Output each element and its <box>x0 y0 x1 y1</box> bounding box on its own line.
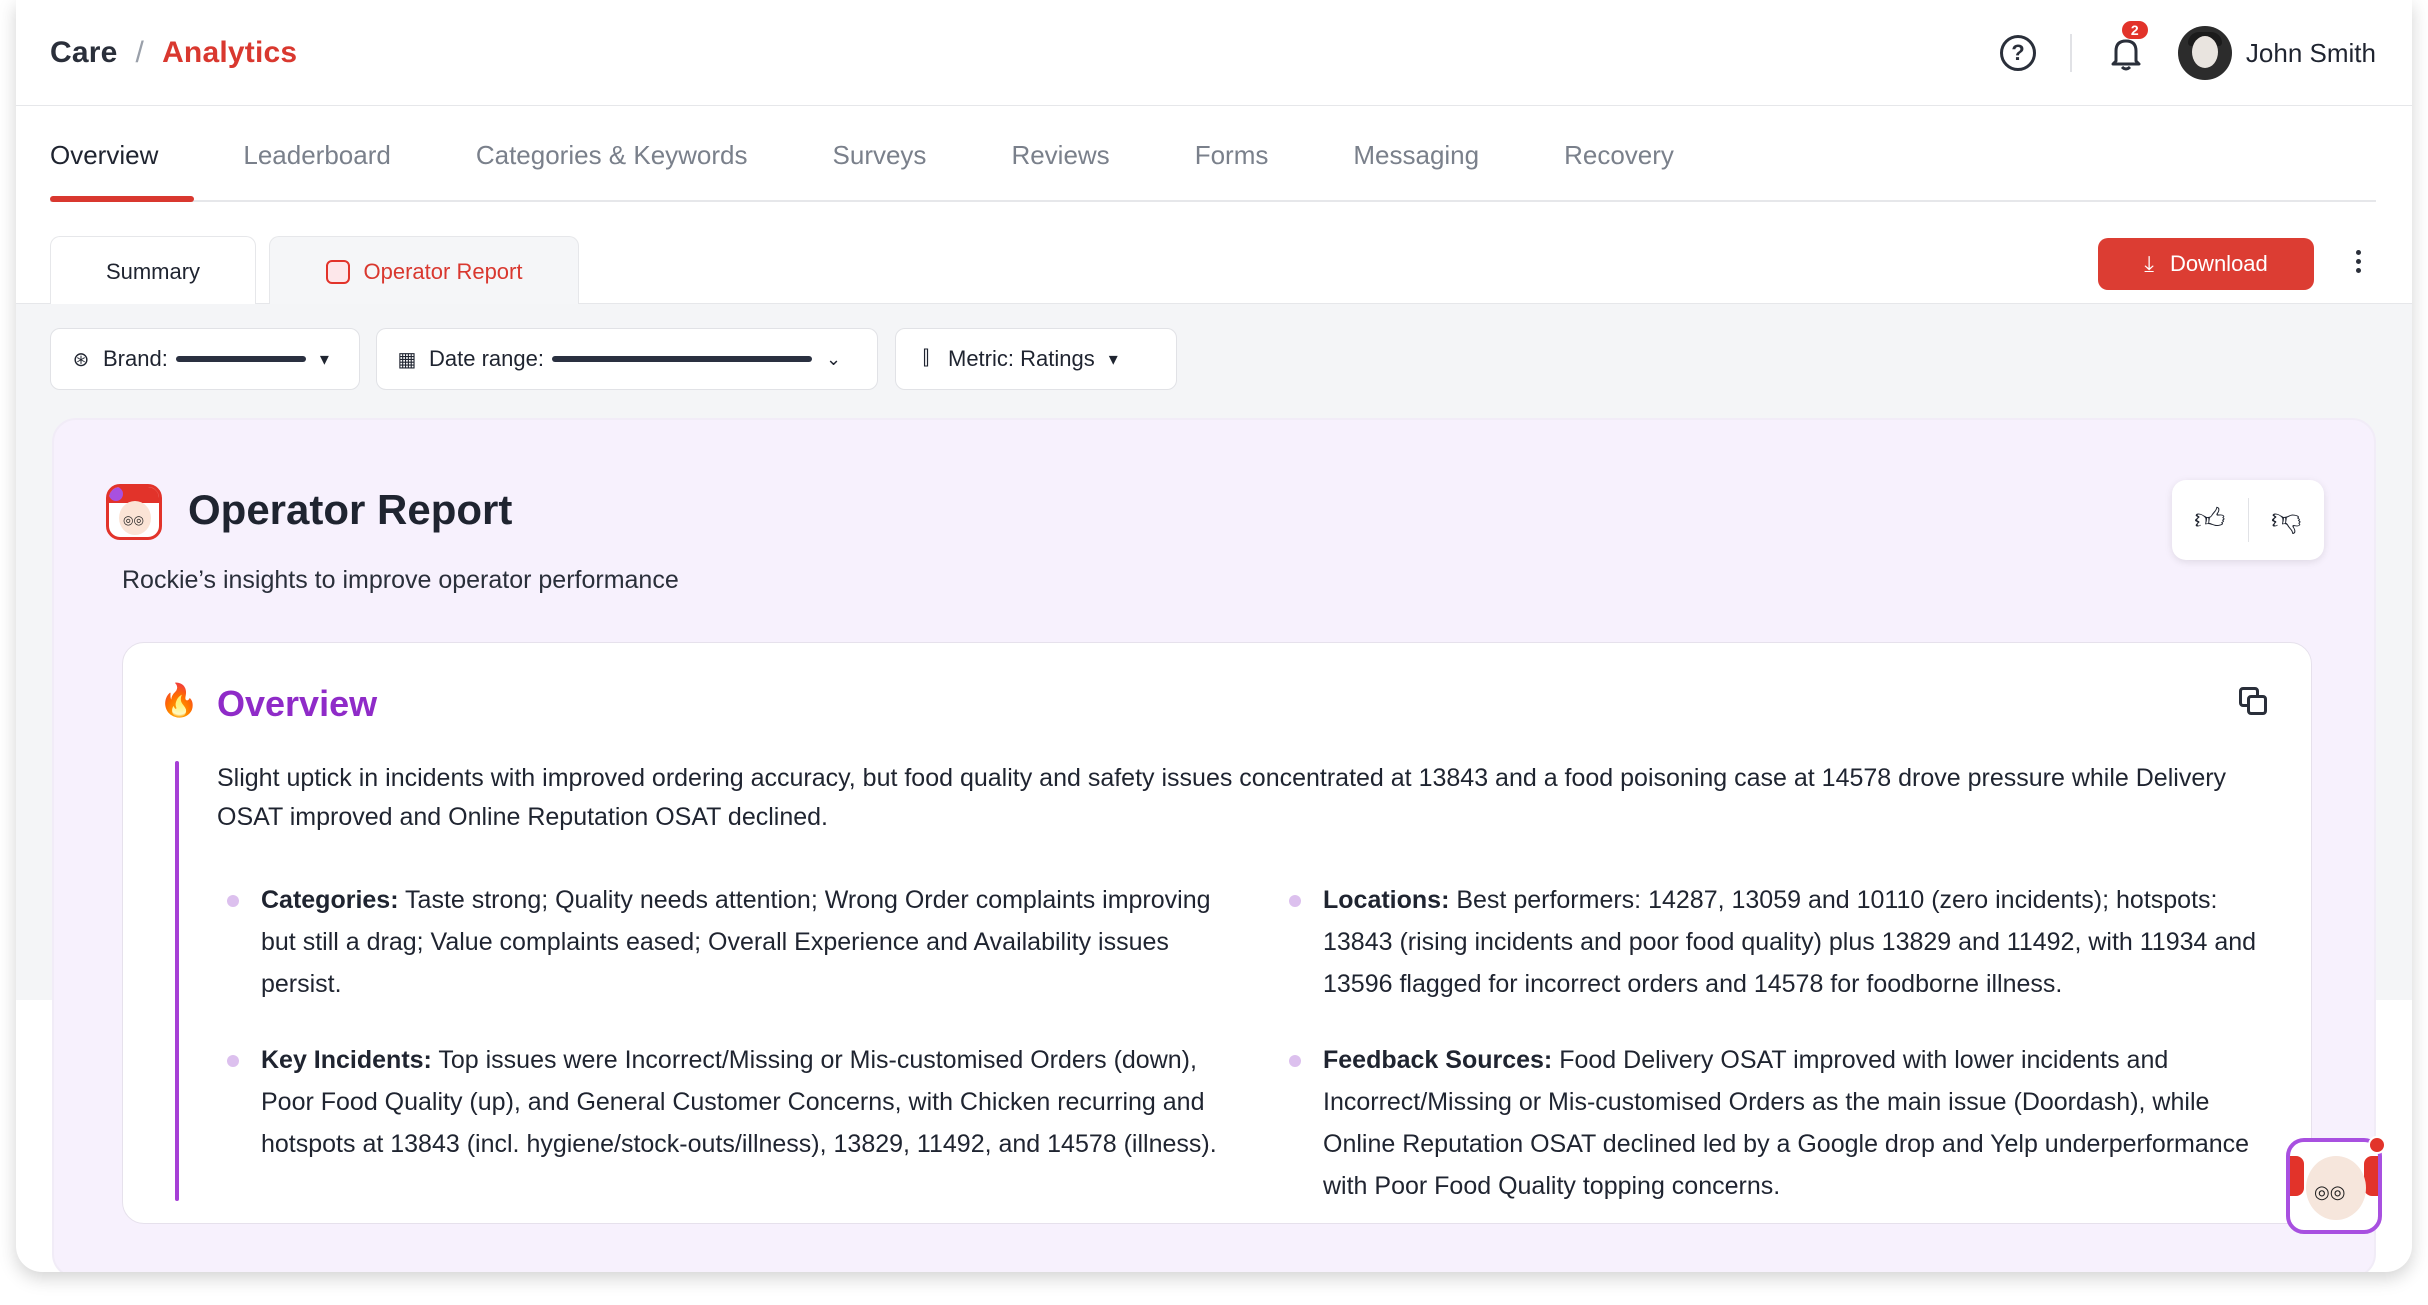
glasses-icon: ◎◎ <box>2314 1182 2346 1202</box>
thumbs-down-icon[interactable]: 👎︎ <box>2249 502 2325 538</box>
date-range-filter[interactable]: ▦ Date range: ⌄ <box>376 328 878 390</box>
subtab-operator-report[interactable]: Operator Report <box>269 236 579 306</box>
overview-accent-line <box>175 761 179 1201</box>
tab-leaderboard[interactable]: Leaderboard <box>243 140 390 200</box>
rockie-assistant-button[interactable]: ◎◎ <box>2286 1138 2382 1234</box>
list-item-key-incidents: Key Incidents: Top issues were Incorrect… <box>227 1039 1221 1165</box>
notification-button[interactable]: 2 <box>2106 21 2148 73</box>
download-icon: ⤓ <box>2144 251 2154 276</box>
main-tabs: Overview Leaderboard Categories & Keywor… <box>50 140 2376 202</box>
header-divider <box>2069 34 2072 72</box>
avatar[interactable] <box>2177 26 2232 80</box>
subtab-summary[interactable]: Summary <box>50 236 256 306</box>
calendar-icon: ▦ <box>397 349 417 371</box>
assistant-status-dot <box>2368 1136 2386 1154</box>
date-range-label: Date range: <box>429 346 544 371</box>
metric-label: Metric: Ratings <box>948 346 1095 371</box>
subtab-summary-label: Summary <box>105 258 201 284</box>
brand-value-redacted <box>175 356 306 362</box>
overview-summary: Slight uptick in incidents with improved… <box>217 764 2227 831</box>
locations-text: Best performers: 14287, 13059 and 10110 … <box>1323 886 2257 998</box>
breadcrumb-care[interactable]: Care <box>50 36 118 69</box>
rockie-avatar-icon: ◎◎ <box>106 484 162 540</box>
bar-chart-icon: ⫿ <box>922 347 930 369</box>
tab-recovery[interactable]: Recovery <box>1564 140 1674 200</box>
bell-icon <box>2111 39 2141 71</box>
more-options-icon[interactable] <box>2354 248 2362 275</box>
top-bar: Care / Analytics ? 2 John Smith <box>16 0 2412 106</box>
report-subtitle: Rockie’s insights to improve operator pe… <box>122 566 679 594</box>
locations-label: Locations: <box>1323 886 1450 914</box>
bullet-dot <box>1289 1055 1301 1067</box>
chevron-down-icon: ▾ <box>1108 348 1118 369</box>
brand-filter[interactable]: ⊛ Brand: ▾ <box>50 328 360 390</box>
bullet-dot <box>227 895 239 907</box>
bullet-dot <box>1289 895 1301 907</box>
rockie-mini-icon <box>325 259 350 284</box>
incidents-label: Key Incidents: <box>261 1046 432 1074</box>
thumbs-up-icon[interactable]: 👍︎ <box>2172 502 2248 538</box>
notification-badge: 2 <box>2121 21 2148 39</box>
tab-categories-keywords[interactable]: Categories & Keywords <box>476 140 748 200</box>
breadcrumb-analytics: Analytics <box>162 35 298 69</box>
brand-filter-label: Brand: <box>103 346 168 371</box>
tab-surveys[interactable]: Surveys <box>833 140 927 200</box>
download-label: Download <box>2169 251 2268 276</box>
copy-icon[interactable] <box>2239 687 2267 717</box>
list-item-categories: Categories: Taste strong; Quality needs … <box>227 879 1221 1005</box>
categories-text: Taste strong; Quality needs attention; W… <box>261 886 1211 998</box>
download-button[interactable]: ⤓ Download <box>2098 238 2314 290</box>
chevron-down-icon: ▾ <box>319 348 329 369</box>
brand-icon: ⊛ <box>72 349 90 371</box>
metric-filter[interactable]: ⫿ Metric: Ratings ▾ <box>895 328 1177 390</box>
date-value-redacted <box>551 356 812 362</box>
flame-icon: 🔥 <box>159 682 199 718</box>
tab-messaging[interactable]: Messaging <box>1353 140 1479 200</box>
overview-title: Overview <box>217 683 378 724</box>
list-item-feedback-sources: Feedback Sources: Food Delivery OSAT imp… <box>1289 1039 2283 1207</box>
question-circle-icon[interactable]: ? <box>1999 35 2036 71</box>
subtab-operator-label: Operator Report <box>363 258 523 284</box>
subtab-bar: Summary Operator Report ⤓ Download <box>16 232 2412 306</box>
overview-card: 🔥 Overview Slight uptick in incidents wi… <box>122 642 2312 1224</box>
breadcrumb: Care / Analytics <box>50 36 297 70</box>
header-actions: ? 2 John Smith <box>1999 0 2376 106</box>
operator-report-panel: ◎◎ Operator Report Rockie’s insights to … <box>52 418 2376 1272</box>
chevron-down-icon: ⌄ <box>825 348 842 369</box>
feedback-buttons: 👍︎ 👎︎ <box>2172 480 2324 560</box>
tab-forms[interactable]: Forms <box>1195 140 1269 200</box>
app-window: Care / Analytics ? 2 John Smith Overview L… <box>16 0 2412 1272</box>
tab-reviews[interactable]: Reviews <box>1011 140 1109 200</box>
report-title: Operator Report <box>188 486 513 533</box>
breadcrumb-separator: / <box>135 35 145 69</box>
feedback-label: Feedback Sources: <box>1323 1046 1553 1074</box>
user-name[interactable]: John Smith <box>2246 38 2376 69</box>
tab-overview[interactable]: Overview <box>50 140 195 202</box>
list-item-locations: Locations: Best performers: 14287, 13059… <box>1289 879 2283 1005</box>
categories-label: Categories: <box>261 886 399 914</box>
bullet-dot <box>227 1055 239 1067</box>
